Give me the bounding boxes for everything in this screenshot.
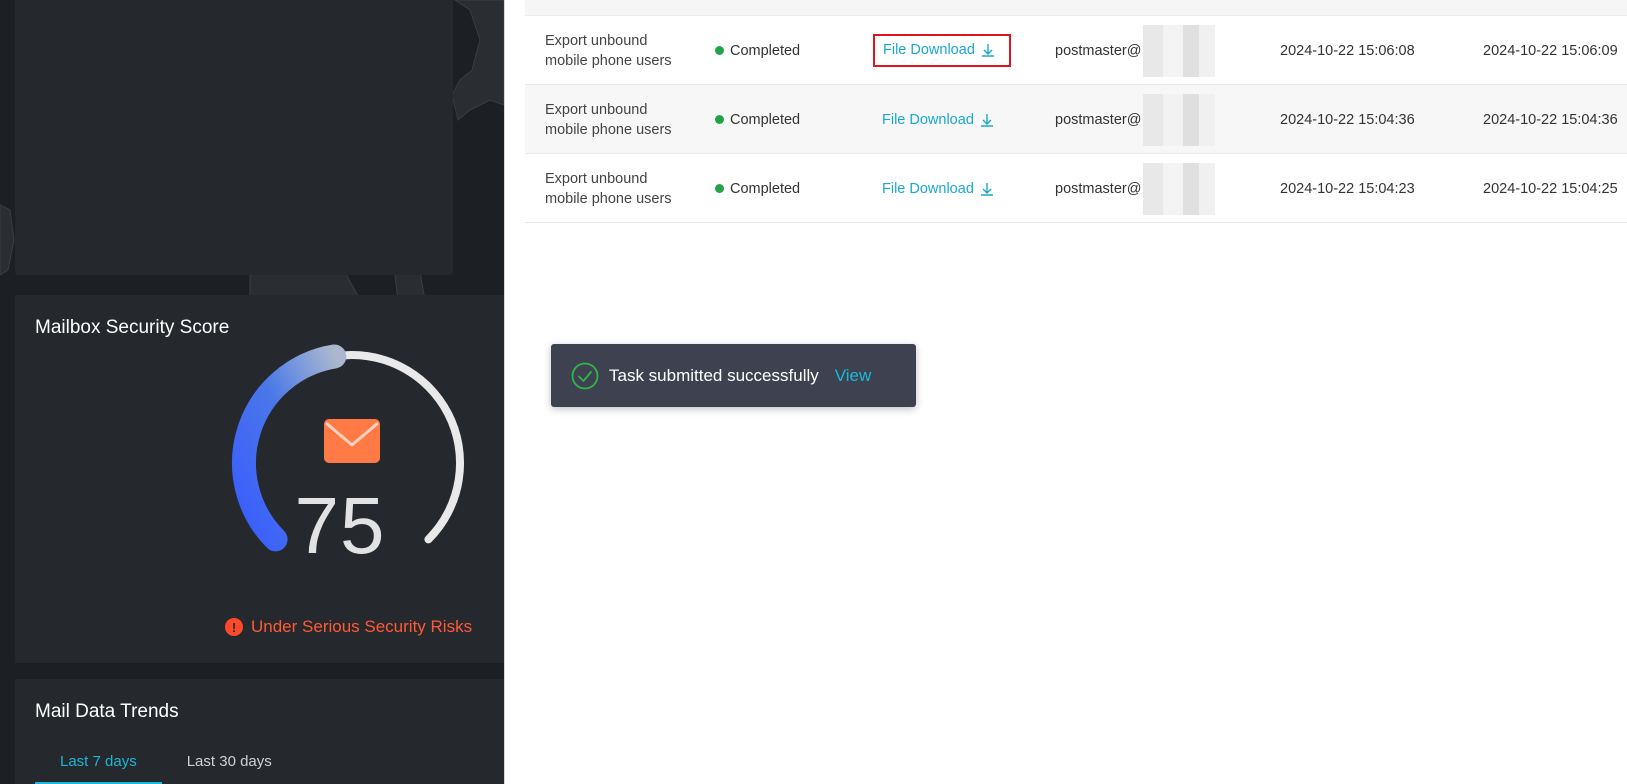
status-dot-icon xyxy=(715,115,724,124)
task-table: Export unbound mobile phone users Comple… xyxy=(525,0,1627,223)
status-dot-icon xyxy=(715,184,724,193)
security-score-card: Mailbox Security Score 75 ! Under Seriou… xyxy=(15,295,504,663)
download-cell: File Download xyxy=(873,154,1003,223)
task-status: Completed xyxy=(715,85,800,154)
download-icon xyxy=(980,113,993,127)
task-name: Export unbound mobile phone users xyxy=(545,32,672,69)
owner-text: postmaster@ xyxy=(1055,180,1142,197)
redacted-domain xyxy=(1143,162,1216,215)
table-row: Export unbound mobile phone users Comple… xyxy=(525,154,1627,223)
toast-view-link[interactable]: View xyxy=(835,366,872,386)
created-time: 2024-10-22 15:04:36 xyxy=(1280,111,1415,128)
file-download-link[interactable]: File Download xyxy=(873,174,1003,204)
status-dot-icon xyxy=(715,46,724,55)
table-row: Export unbound mobile phone users Comple… xyxy=(525,16,1627,85)
exclamation-icon: ! xyxy=(225,618,243,636)
redacted-domain xyxy=(1143,24,1216,77)
task-status: Completed xyxy=(715,154,800,223)
security-score-value: 75 xyxy=(294,481,386,570)
trends-tabs: Last 7 days Last 30 days xyxy=(35,743,297,784)
download-cell: File Download xyxy=(873,16,1011,85)
table-row: Export unbound mobile phone users Comple… xyxy=(525,85,1627,154)
finished-time: 2024-10-22 15:04:36 xyxy=(1483,111,1618,128)
risk-warning: ! Under Serious Security Risks xyxy=(225,617,472,637)
status-text: Completed xyxy=(730,111,801,128)
file-download-link[interactable]: File Download xyxy=(873,34,1011,67)
file-download-link[interactable]: File Download xyxy=(873,105,1003,135)
owner-text: postmaster@ xyxy=(1055,111,1142,128)
task-owner: postmaster@ xyxy=(1055,85,1216,154)
file-download-label: File Download xyxy=(882,180,974,197)
task-name: Export unbound mobile phone users xyxy=(545,170,672,207)
task-status: Completed xyxy=(715,16,800,85)
mail-trends-title: Mail Data Trends xyxy=(35,701,179,722)
map-panel xyxy=(15,0,453,275)
status-text: Completed xyxy=(730,42,801,59)
task-owner: postmaster@ xyxy=(1055,16,1216,85)
tab-last-7-days[interactable]: Last 7 days xyxy=(35,743,162,784)
redacted-domain xyxy=(1143,93,1216,146)
finished-time: 2024-10-22 15:04:25 xyxy=(1483,180,1618,197)
table-header xyxy=(525,0,1627,16)
risk-text: Under Serious Security Risks xyxy=(251,617,473,636)
dashboard-panel: Mailbox Security Score 75 ! Under Seriou… xyxy=(0,0,504,784)
security-score-gauge xyxy=(231,344,465,552)
finished-time: 2024-10-22 15:06:09 xyxy=(1483,42,1618,59)
download-icon xyxy=(980,182,993,196)
mail-trends-card: Mail Data Trends Last 7 days Last 30 day… xyxy=(15,679,504,784)
check-circle-icon xyxy=(571,362,599,389)
file-download-label: File Download xyxy=(883,42,975,58)
download-icon xyxy=(981,44,994,57)
success-toast: Task submitted successfully View xyxy=(551,344,916,407)
created-time: 2024-10-22 15:04:23 xyxy=(1280,180,1415,197)
toast-message: Task submitted successfully xyxy=(609,365,819,385)
owner-text: postmaster@ xyxy=(1055,42,1142,59)
task-name: Export unbound mobile phone users xyxy=(545,101,672,138)
file-download-label: File Download xyxy=(882,111,974,128)
mail-icon xyxy=(324,419,380,463)
created-time: 2024-10-22 15:06:08 xyxy=(1280,42,1415,59)
download-cell: File Download xyxy=(873,85,1003,154)
task-owner: postmaster@ xyxy=(1055,154,1216,223)
status-text: Completed xyxy=(730,180,801,197)
tab-last-30-days[interactable]: Last 30 days xyxy=(162,743,297,784)
